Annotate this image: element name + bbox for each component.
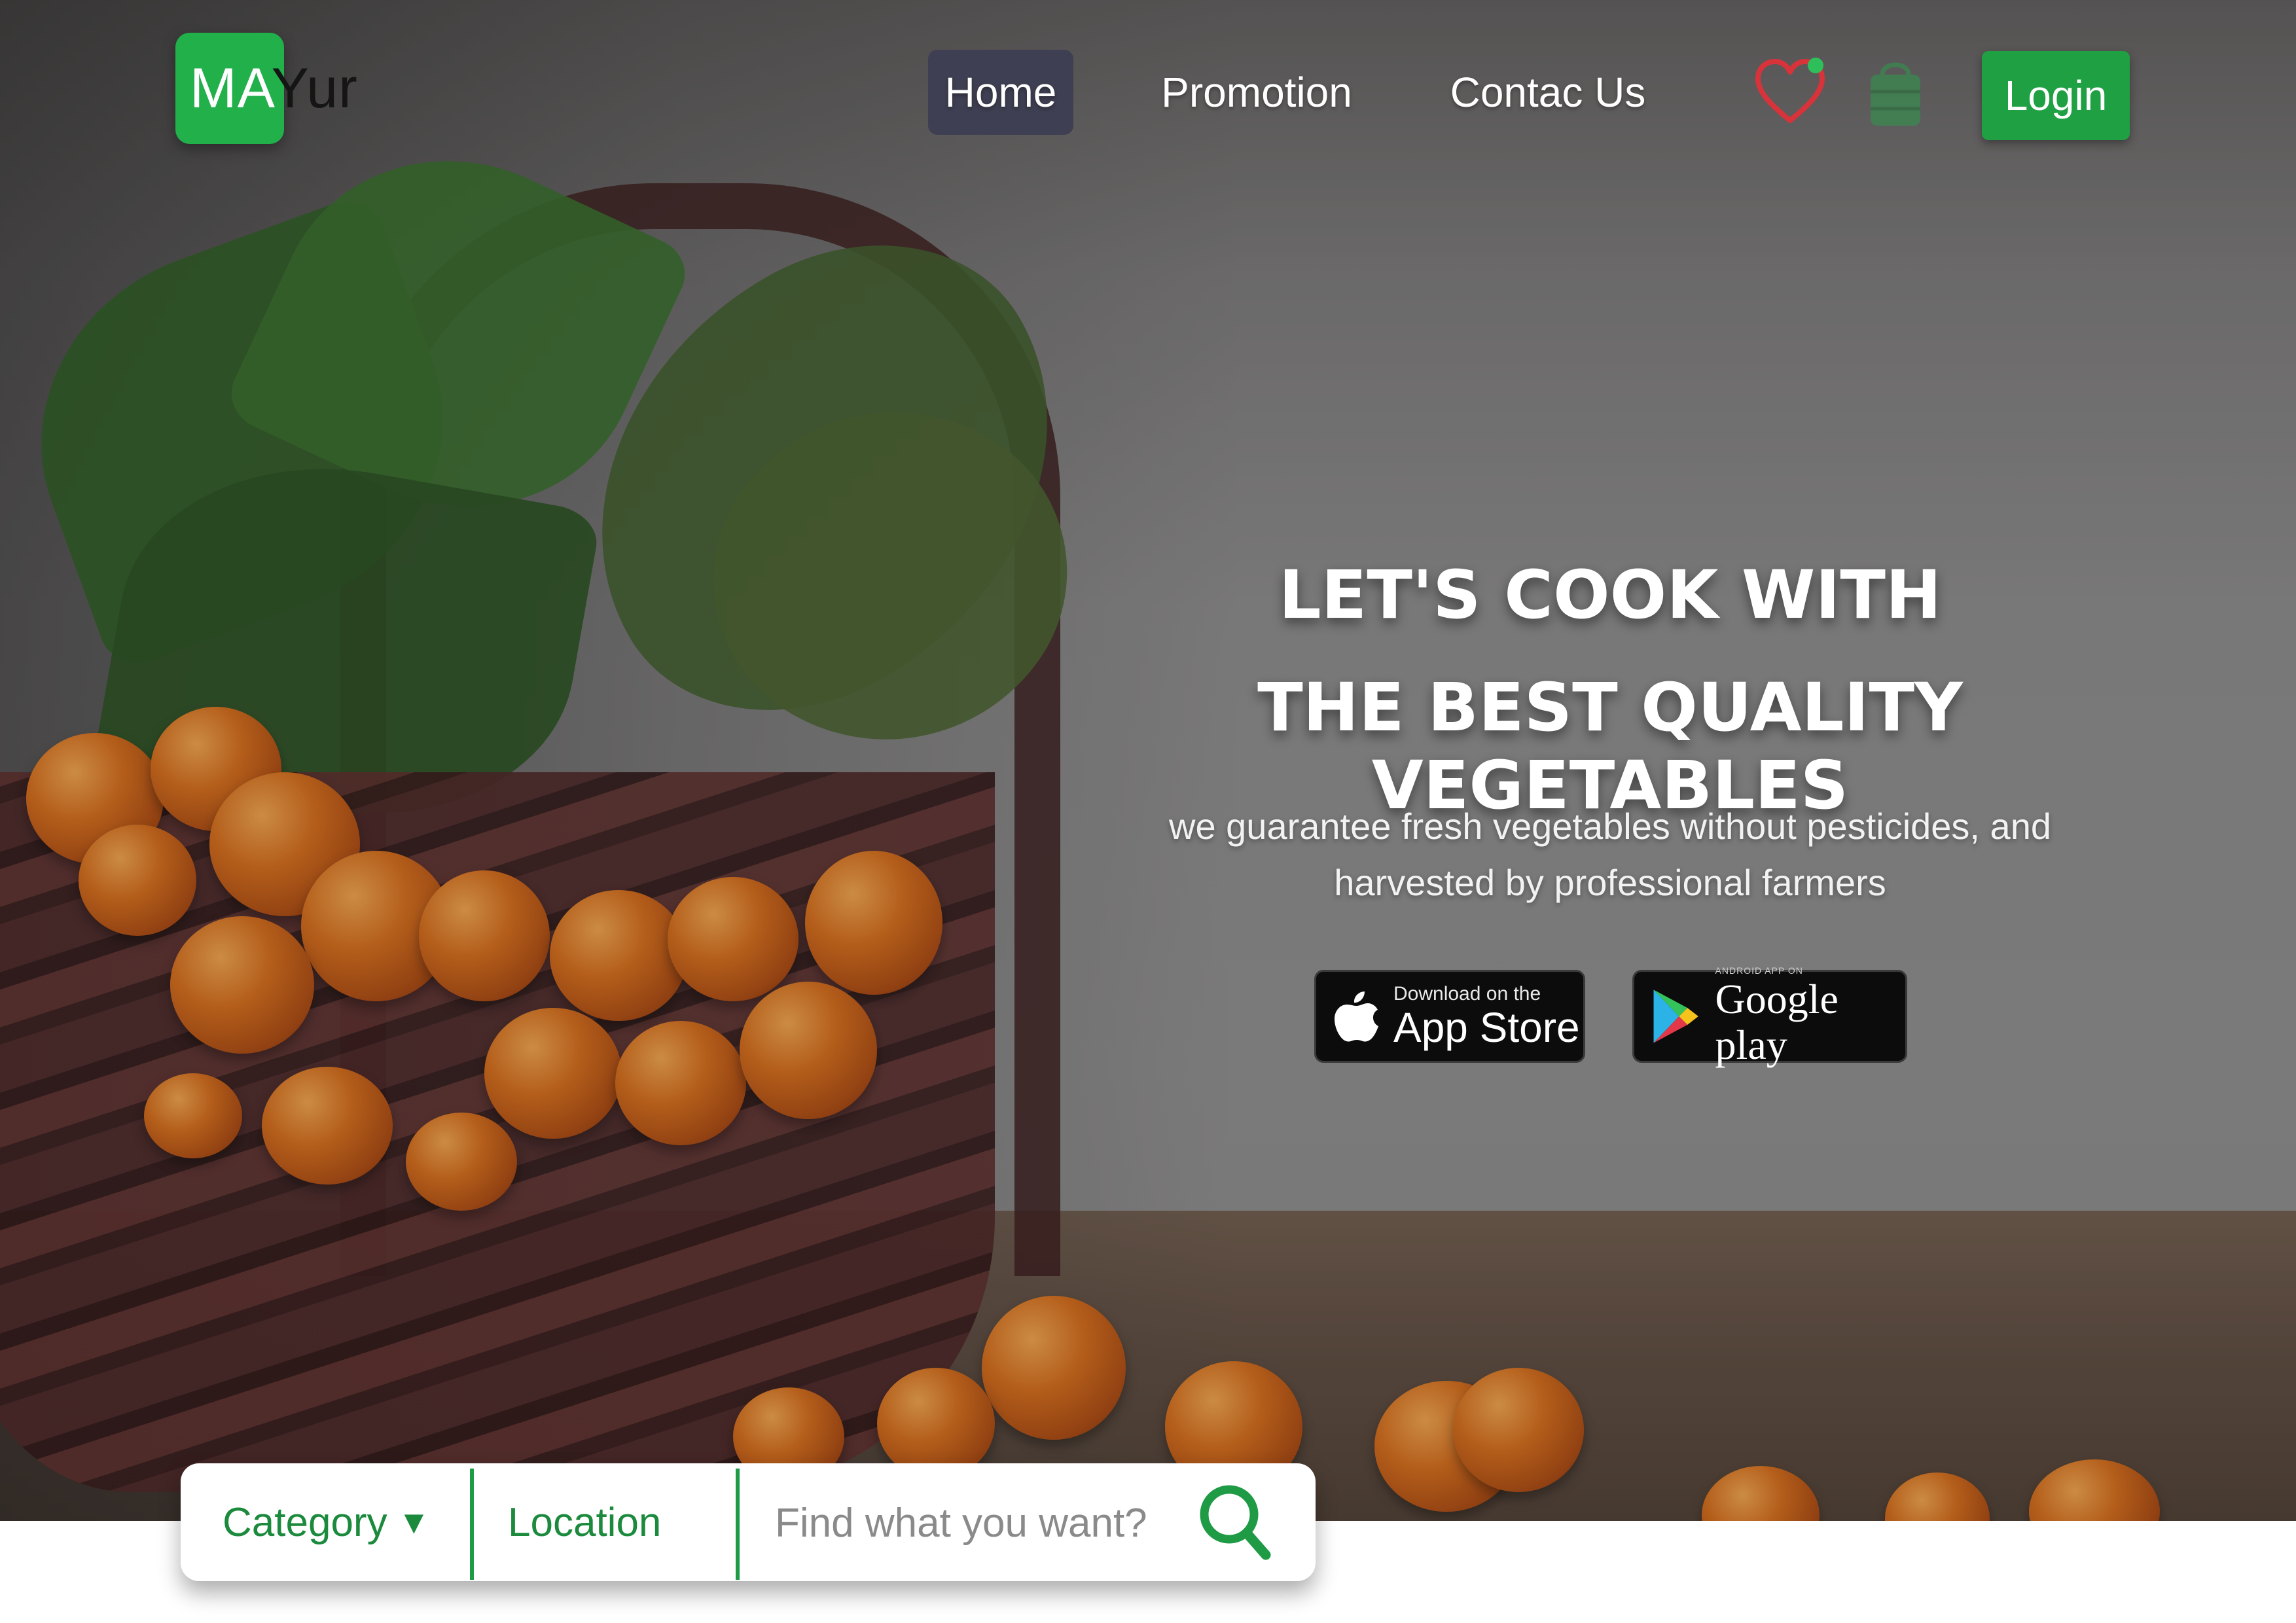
triangle-down-icon: ▼ bbox=[397, 1504, 431, 1541]
location-label: Location bbox=[508, 1499, 662, 1545]
logo-part-ma: MA bbox=[190, 56, 272, 120]
logo-text: MAYur bbox=[175, 56, 358, 121]
hero-headline-line1: LET'S COOK WITH bbox=[1278, 556, 1942, 634]
apple-icon bbox=[1335, 991, 1378, 1042]
app-store-button[interactable]: Download on the App Store bbox=[1314, 970, 1585, 1063]
basket-icon[interactable] bbox=[1864, 55, 1927, 131]
google-play-big-text: Google play bbox=[1715, 976, 1839, 1068]
google-play-small-text: ANDROID APP ON bbox=[1715, 965, 1803, 976]
category-dropdown[interactable]: Category ▼ bbox=[223, 1463, 430, 1581]
app-store-small-text: Download on the bbox=[1393, 983, 1541, 1005]
google-play-button[interactable]: ANDROID APP ON Google play bbox=[1632, 965, 1907, 1068]
search-divider bbox=[470, 1469, 474, 1580]
search-icon[interactable] bbox=[1196, 1482, 1272, 1563]
wishlist-badge bbox=[1808, 58, 1823, 73]
nav-contact-us[interactable]: Contac Us bbox=[1440, 50, 1656, 135]
logo-part-yur: Yur bbox=[271, 56, 358, 120]
app-store-text: Download on the App Store bbox=[1393, 983, 1580, 1050]
category-label: Category bbox=[223, 1499, 387, 1545]
google-play-icon bbox=[1653, 990, 1698, 1043]
location-selector[interactable]: Location bbox=[508, 1463, 661, 1581]
hero-subtext: we guarantee fresh vegetables without pe… bbox=[1169, 806, 2051, 903]
brand-logo[interactable]: MAYur bbox=[175, 33, 358, 144]
login-button[interactable]: Login bbox=[1982, 51, 2130, 140]
search-input[interactable] bbox=[774, 1486, 1169, 1560]
nav-promotion[interactable]: Promotion bbox=[1139, 50, 1374, 135]
nav-home[interactable]: Home bbox=[928, 50, 1073, 135]
google-play-text: ANDROID APP ON Google play bbox=[1715, 965, 1905, 1068]
search-divider bbox=[736, 1469, 740, 1580]
search-bar: Category ▼ Location bbox=[181, 1463, 1316, 1581]
app-store-big-text: App Store bbox=[1393, 1004, 1580, 1051]
